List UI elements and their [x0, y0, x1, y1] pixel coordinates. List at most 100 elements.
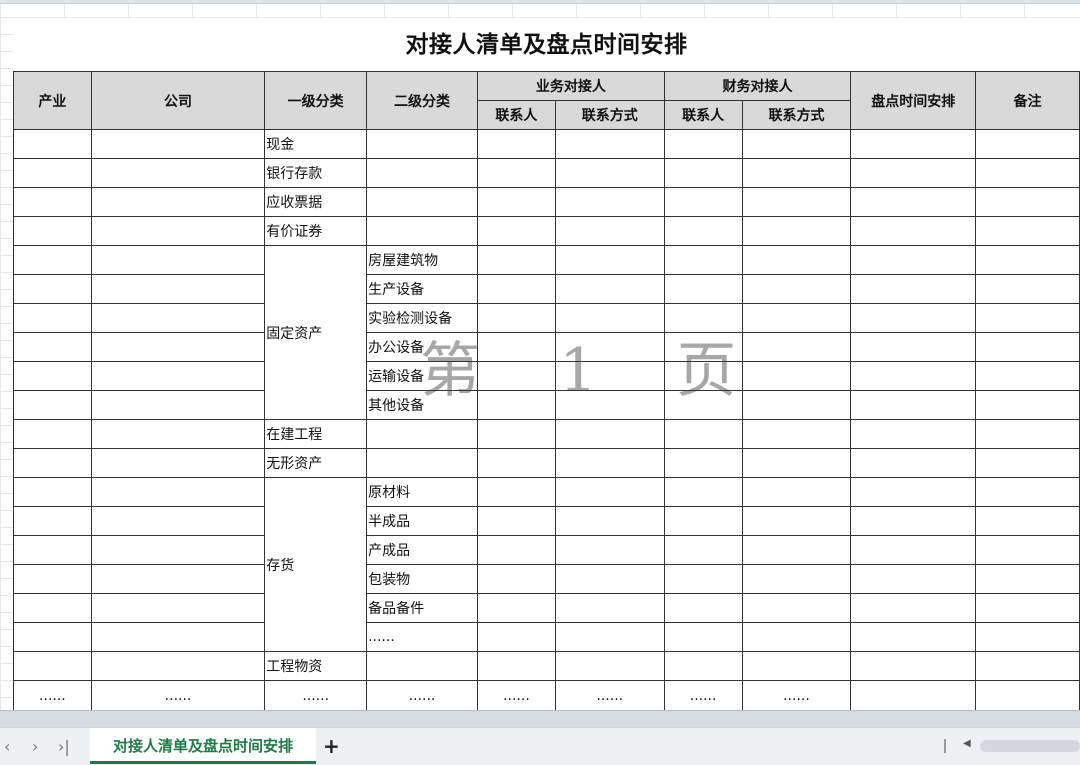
cell-remarks[interactable]	[975, 158, 1080, 188]
cell-level2[interactable]	[366, 651, 478, 681]
cell-industry[interactable]	[13, 303, 92, 333]
cell-finance-method[interactable]	[741, 593, 852, 623]
cell-remarks[interactable]	[975, 419, 1080, 449]
cell-schedule[interactable]	[850, 651, 977, 681]
cell-remarks[interactable]	[975, 216, 1080, 246]
cell-level1[interactable]: 现金	[264, 129, 368, 159]
cell-business-person[interactable]	[476, 332, 556, 362]
cell-finance-person[interactable]	[663, 448, 743, 478]
cell-level2[interactable]: 其他设备	[366, 390, 478, 420]
cell-finance-person[interactable]	[663, 158, 743, 188]
header-level1[interactable]: 一级分类	[264, 71, 368, 130]
cell-company[interactable]	[90, 361, 266, 391]
cell-industry[interactable]	[13, 129, 92, 159]
cell-finance-method[interactable]: ......	[741, 680, 852, 711]
cell-schedule[interactable]	[850, 129, 977, 159]
cell-level2[interactable]: 办公设备	[366, 332, 478, 362]
cell-finance-method[interactable]	[741, 216, 852, 246]
cell-company[interactable]	[90, 448, 266, 478]
cell-finance-person[interactable]	[663, 564, 743, 594]
header-company[interactable]: 公司	[90, 71, 266, 130]
cell-finance-person[interactable]	[663, 593, 743, 623]
cell-finance-person[interactable]	[663, 129, 743, 159]
cell-industry[interactable]	[13, 593, 92, 623]
cell-schedule[interactable]	[850, 535, 977, 565]
cell-level1[interactable]: 工程物资	[264, 651, 368, 681]
cell-industry[interactable]	[13, 477, 92, 507]
cell-level2[interactable]: 生产设备	[366, 274, 478, 304]
cell-finance-person[interactable]	[663, 535, 743, 565]
cell-industry[interactable]	[13, 622, 92, 652]
cell-industry[interactable]	[13, 448, 92, 478]
cell-business-method[interactable]	[554, 564, 665, 594]
cell-industry[interactable]	[13, 419, 92, 449]
cell-finance-person[interactable]	[663, 187, 743, 217]
cell-finance-method[interactable]	[741, 187, 852, 217]
cell-schedule[interactable]	[850, 361, 977, 391]
cell-level2[interactable]: 半成品	[366, 506, 478, 536]
cell-business-person[interactable]	[476, 390, 556, 420]
cell-schedule[interactable]	[850, 158, 977, 188]
cell-business-person[interactable]: ......	[476, 680, 556, 711]
cell-finance-method[interactable]	[741, 622, 852, 652]
cell-company[interactable]	[90, 419, 266, 449]
cell-finance-method[interactable]	[741, 535, 852, 565]
cell-business-method[interactable]	[554, 332, 665, 362]
cell-industry[interactable]	[13, 651, 92, 681]
cell-business-method[interactable]	[554, 187, 665, 217]
cell-business-method[interactable]	[554, 419, 665, 449]
cell-finance-method[interactable]	[741, 564, 852, 594]
cell-schedule[interactable]	[850, 274, 977, 304]
cell-business-method[interactable]	[554, 245, 665, 275]
cell-business-person[interactable]	[476, 622, 556, 652]
cell-business-person[interactable]	[476, 477, 556, 507]
cell-industry[interactable]	[13, 216, 92, 246]
cell-industry[interactable]	[13, 390, 92, 420]
cell-company[interactable]	[90, 390, 266, 420]
cell-remarks[interactable]	[975, 390, 1080, 420]
prev-sheet-icon[interactable]: ‹	[4, 737, 10, 757]
cell-finance-person[interactable]: ......	[663, 680, 743, 711]
cell-level2[interactable]: ......	[366, 622, 478, 652]
cell-level2[interactable]: 运输设备	[366, 361, 478, 391]
cell-remarks[interactable]	[975, 622, 1080, 652]
cell-business-person[interactable]	[476, 245, 556, 275]
cell-finance-method[interactable]	[741, 303, 852, 333]
cell-company[interactable]	[90, 477, 266, 507]
cell-level1[interactable]: 固定资产	[264, 245, 368, 420]
sheet-title[interactable]: 对接人清单及盘点时间安排	[13, 18, 1080, 72]
cell-business-person[interactable]	[476, 158, 556, 188]
cell-finance-method[interactable]	[741, 158, 852, 188]
cell-business-person[interactable]	[476, 535, 556, 565]
cell-finance-method[interactable]	[741, 274, 852, 304]
cell-remarks[interactable]	[975, 564, 1080, 594]
cell-company[interactable]	[90, 158, 266, 188]
header-remarks[interactable]: 备注	[975, 71, 1080, 130]
cell-business-person[interactable]	[476, 419, 556, 449]
cell-company[interactable]	[90, 216, 266, 246]
cell-business-method[interactable]	[554, 390, 665, 420]
cell-finance-method[interactable]	[741, 390, 852, 420]
cell-business-method[interactable]	[554, 274, 665, 304]
cell-finance-method[interactable]	[741, 361, 852, 391]
cell-level2[interactable]	[366, 216, 478, 246]
cell-schedule[interactable]	[850, 303, 977, 333]
cell-company[interactable]	[90, 245, 266, 275]
cell-level2[interactable]: ......	[366, 680, 478, 711]
header-business-method[interactable]: 联系方式	[554, 100, 665, 130]
next-sheet-icon[interactable]: ›	[32, 737, 38, 757]
cell-level1[interactable]: 存货	[264, 477, 368, 652]
cell-finance-method[interactable]	[741, 419, 852, 449]
cell-remarks[interactable]	[975, 129, 1080, 159]
cell-remarks[interactable]	[975, 187, 1080, 217]
cell-remarks[interactable]	[975, 593, 1080, 623]
cell-industry[interactable]	[13, 506, 92, 536]
cell-company[interactable]	[90, 564, 266, 594]
cell-finance-method[interactable]	[741, 651, 852, 681]
cell-business-method[interactable]	[554, 651, 665, 681]
header-finance-person[interactable]: 联系人	[663, 100, 743, 130]
cell-industry[interactable]	[13, 245, 92, 275]
cell-finance-person[interactable]	[663, 477, 743, 507]
cell-level2[interactable]: 包装物	[366, 564, 478, 594]
header-finance-contact[interactable]: 财务对接人	[663, 71, 852, 101]
